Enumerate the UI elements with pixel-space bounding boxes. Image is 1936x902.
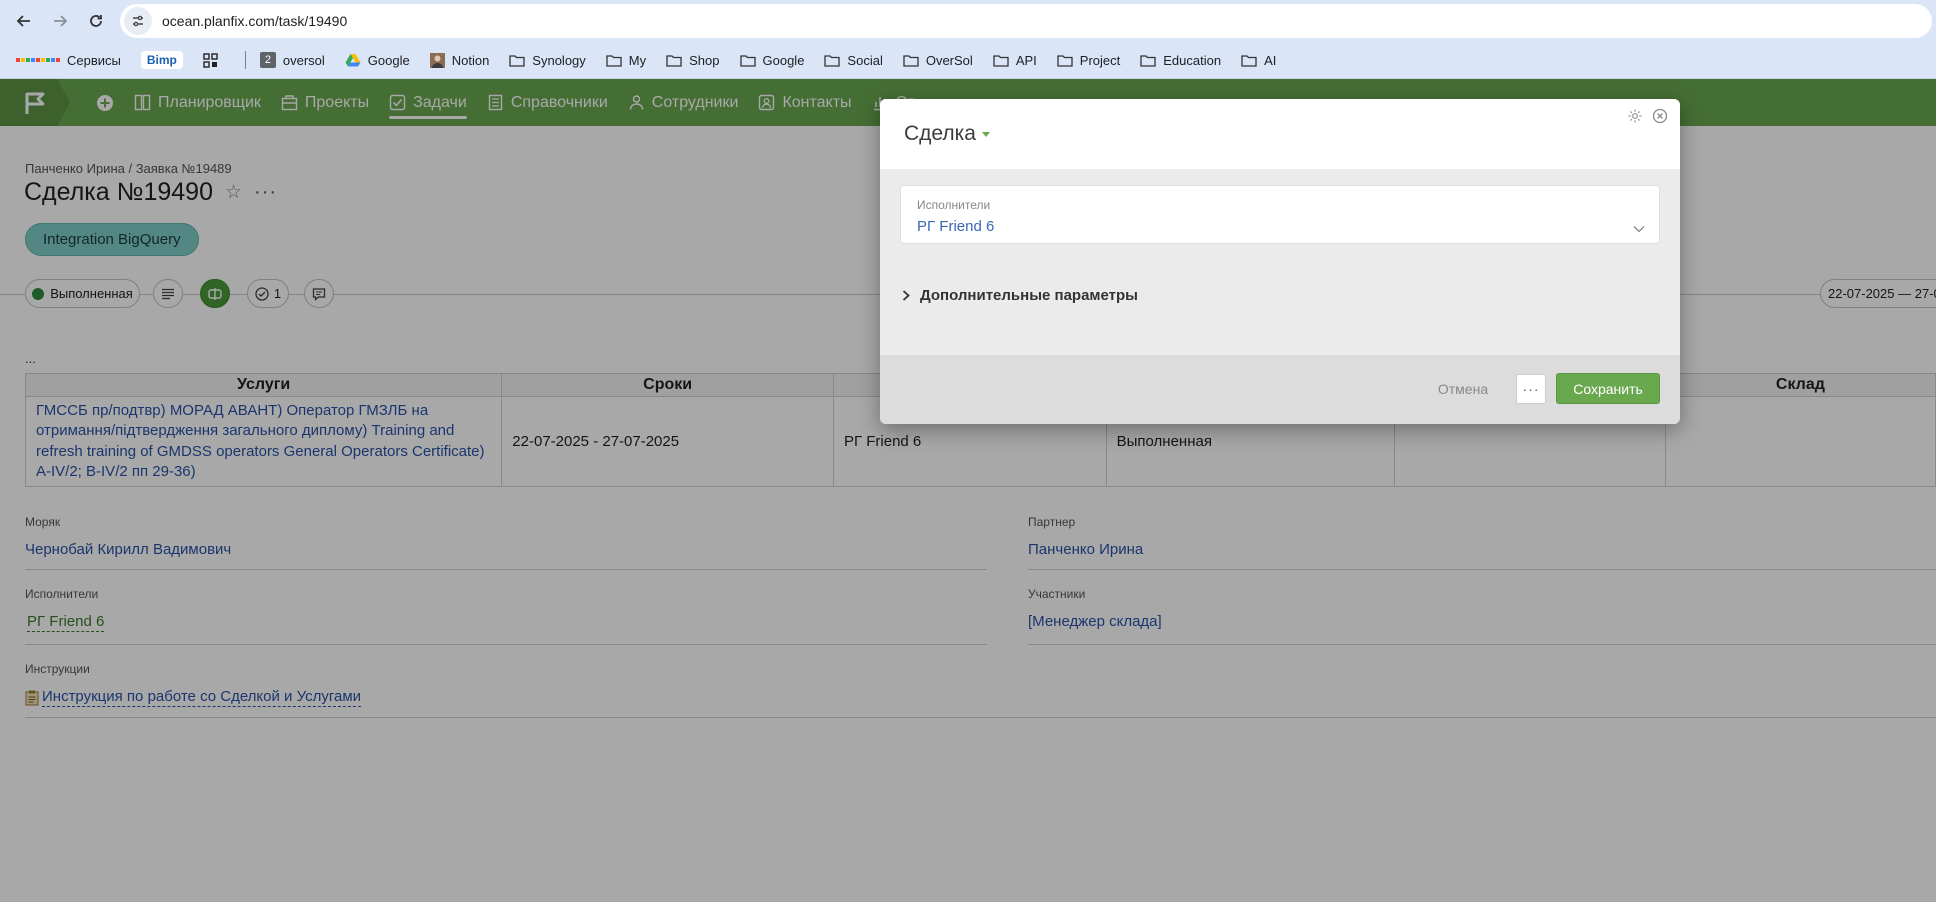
site-settings-icon[interactable]	[124, 7, 152, 35]
forward-button[interactable]	[42, 3, 78, 39]
bookmark-folder-ai[interactable]: AI	[1241, 53, 1276, 68]
additional-params-toggle[interactable]: Дополнительные параметры	[902, 287, 1138, 304]
arrow-right-icon	[54, 15, 68, 27]
bookmark-folder-synology[interactable]: Synology	[509, 53, 586, 68]
folder-icon	[739, 54, 756, 67]
executors-select[interactable]: Исполнители РГ Friend 6	[900, 185, 1660, 244]
bookmark-folder-my[interactable]: My	[606, 53, 646, 68]
qr-icon	[203, 52, 218, 68]
bookmark-folder-api[interactable]: API	[993, 53, 1037, 68]
modal-settings-button[interactable]	[1626, 107, 1644, 125]
close-icon	[1652, 108, 1668, 124]
reload-icon	[90, 15, 102, 27]
caret-down-icon	[981, 131, 990, 137]
bookmark-folder-education[interactable]: Education	[1140, 53, 1221, 68]
deal-edit-modal: Сделка Исполнители РГ Friend 6 Дополните…	[880, 99, 1680, 424]
back-button[interactable]	[6, 3, 42, 39]
cancel-button[interactable]: Отмена	[1428, 374, 1498, 404]
arrow-left-icon	[16, 15, 30, 27]
folder-icon	[903, 54, 919, 67]
folder-icon	[666, 54, 682, 67]
bookmark-folder-google[interactable]: Google	[739, 53, 804, 68]
bookmark-bimp[interactable]: Bimp	[140, 51, 183, 69]
bookmark-folder-shop[interactable]: Shop	[666, 53, 720, 68]
chevron-right-icon	[902, 288, 910, 304]
more-actions-button[interactable]: ···	[1516, 374, 1546, 404]
modal-title[interactable]: Сделка	[904, 122, 990, 146]
number-badge-icon: 2	[259, 52, 276, 68]
bookmark-folder-project[interactable]: Project	[1057, 53, 1120, 68]
url-text: ocean.planfix.com/task/19490	[162, 13, 348, 29]
folder-icon	[509, 54, 525, 67]
modal-header: Сделка	[880, 99, 1680, 169]
reload-button[interactable]	[78, 3, 114, 39]
folder-icon	[993, 54, 1009, 67]
bookmark-google-drive[interactable]: Google	[345, 53, 410, 68]
bookmark-qr[interactable]	[203, 52, 225, 68]
folder-icon	[824, 54, 841, 67]
folder-icon	[1241, 54, 1257, 67]
folder-icon	[606, 54, 622, 67]
modal-close-button[interactable]	[1651, 107, 1669, 125]
folder-icon	[1140, 54, 1156, 67]
browser-toolbar: ocean.planfix.com/task/19490	[0, 0, 1936, 42]
gear-icon	[1628, 109, 1642, 123]
bookmarks-bar: Сервисы Bimp 2 oversol Google Notion Syn…	[0, 42, 1936, 79]
bookmark-oversol[interactable]: 2 oversol	[259, 52, 325, 68]
bookmarks-separator	[244, 51, 246, 69]
executors-value[interactable]: РГ Friend 6	[917, 218, 994, 235]
save-button[interactable]: Сохранить	[1556, 373, 1660, 404]
bookmark-services[interactable]: Сервисы	[16, 53, 121, 68]
chevron-down-icon[interactable]	[1633, 220, 1645, 238]
avatar-icon	[429, 52, 445, 68]
bookmark-folder-social[interactable]: Social	[824, 53, 883, 68]
address-bar[interactable]: ocean.planfix.com/task/19490	[120, 4, 1932, 38]
drive-icon	[345, 53, 361, 67]
bookmark-folder-oversol[interactable]: OverSol	[903, 53, 973, 68]
apps-grid-icon	[16, 58, 60, 62]
bookmark-notion[interactable]: Notion	[429, 52, 489, 68]
folder-icon	[1057, 54, 1073, 67]
